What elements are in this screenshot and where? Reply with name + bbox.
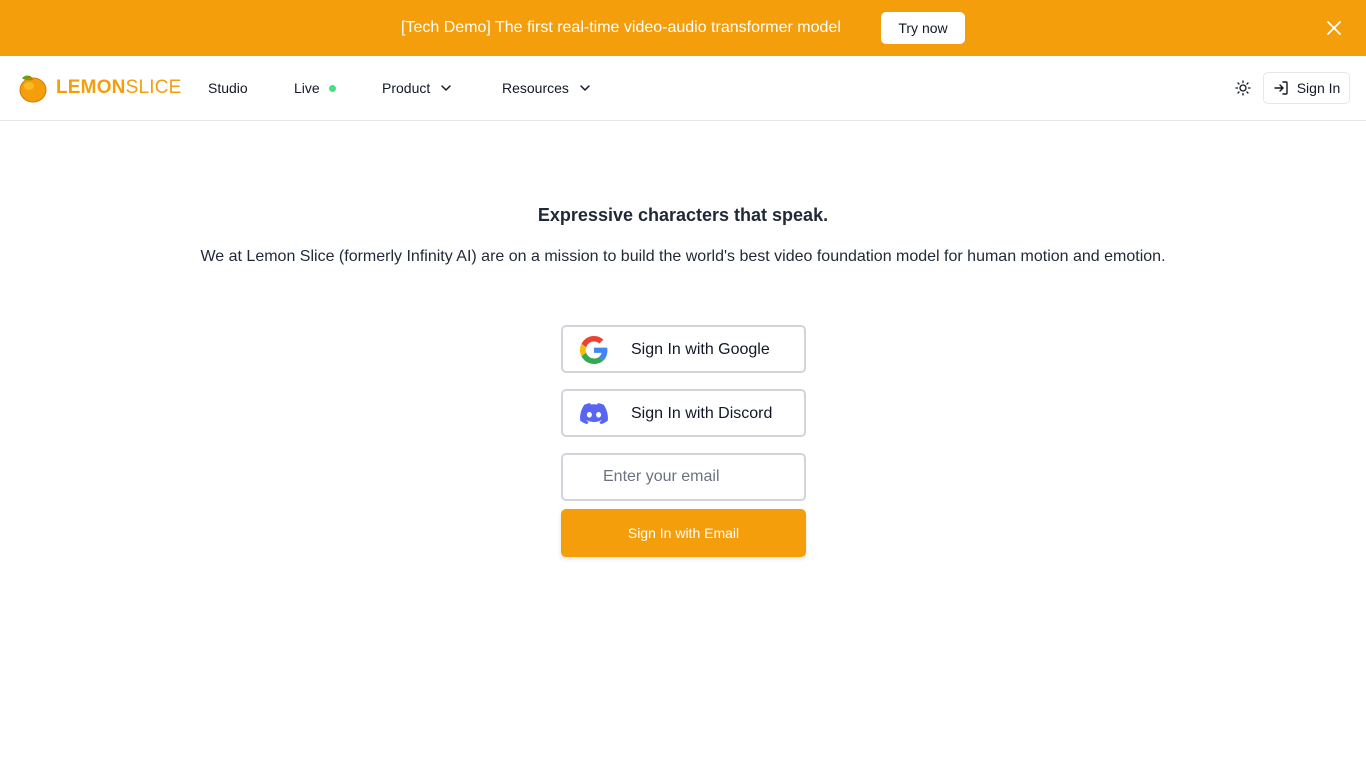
chevron-down-icon — [439, 81, 453, 95]
email-input[interactable] — [561, 453, 806, 501]
sun-icon[interactable] — [1233, 78, 1253, 98]
google-icon — [579, 335, 609, 365]
chevron-down-icon — [578, 81, 592, 95]
sign-in-icon — [1273, 80, 1289, 96]
sign-in-discord-button[interactable]: Sign In with Discord — [561, 389, 806, 437]
nav-studio[interactable]: Studio — [208, 78, 248, 98]
nav-sign-in-button[interactable]: Sign In — [1263, 72, 1350, 104]
banner-text: [Tech Demo] The first real-time video-au… — [401, 19, 841, 36]
close-icon[interactable] — [1323, 17, 1345, 39]
nav-studio-label: Studio — [208, 80, 248, 96]
nav-resources-label: Resources — [502, 80, 569, 96]
announcement-banner: [Tech Demo] The first real-time video-au… — [0, 0, 1366, 56]
discord-icon — [579, 399, 609, 429]
nav-product-label: Product — [382, 80, 431, 96]
lemon-icon — [16, 72, 48, 104]
page-headline: Expressive characters that speak. — [537, 205, 829, 225]
nav-product[interactable]: Product — [382, 78, 453, 98]
nav-resources[interactable]: Resources — [502, 78, 592, 98]
logo-wordmark: LEMONSLICE — [56, 77, 182, 99]
sign-in-google-label: Sign In with Google — [631, 341, 770, 358]
nav-sign-in-label: Sign In — [1296, 80, 1341, 96]
live-dot — [328, 84, 336, 92]
sign-in-email-button[interactable]: Sign In with Email — [561, 509, 806, 557]
try-now-button[interactable]: Try now — [881, 12, 965, 44]
nav-live[interactable]: Live — [294, 78, 336, 98]
sign-in-google-button[interactable]: Sign In with Google — [561, 325, 806, 373]
logo-text-bold: LEMON — [56, 77, 126, 98]
logo-text-light: SLICE — [125, 77, 182, 98]
logo-link[interactable]: LEMONSLICE — [16, 72, 182, 104]
nav-live-label: Live — [294, 80, 320, 96]
top-navbar: LEMONSLICE Studio Live Product Resources — [0, 56, 1366, 121]
sign-in-discord-label: Sign In with Discord — [631, 405, 773, 422]
page-subheadline: We at Lemon Slice (formerly Infinity AI)… — [200, 248, 1166, 265]
